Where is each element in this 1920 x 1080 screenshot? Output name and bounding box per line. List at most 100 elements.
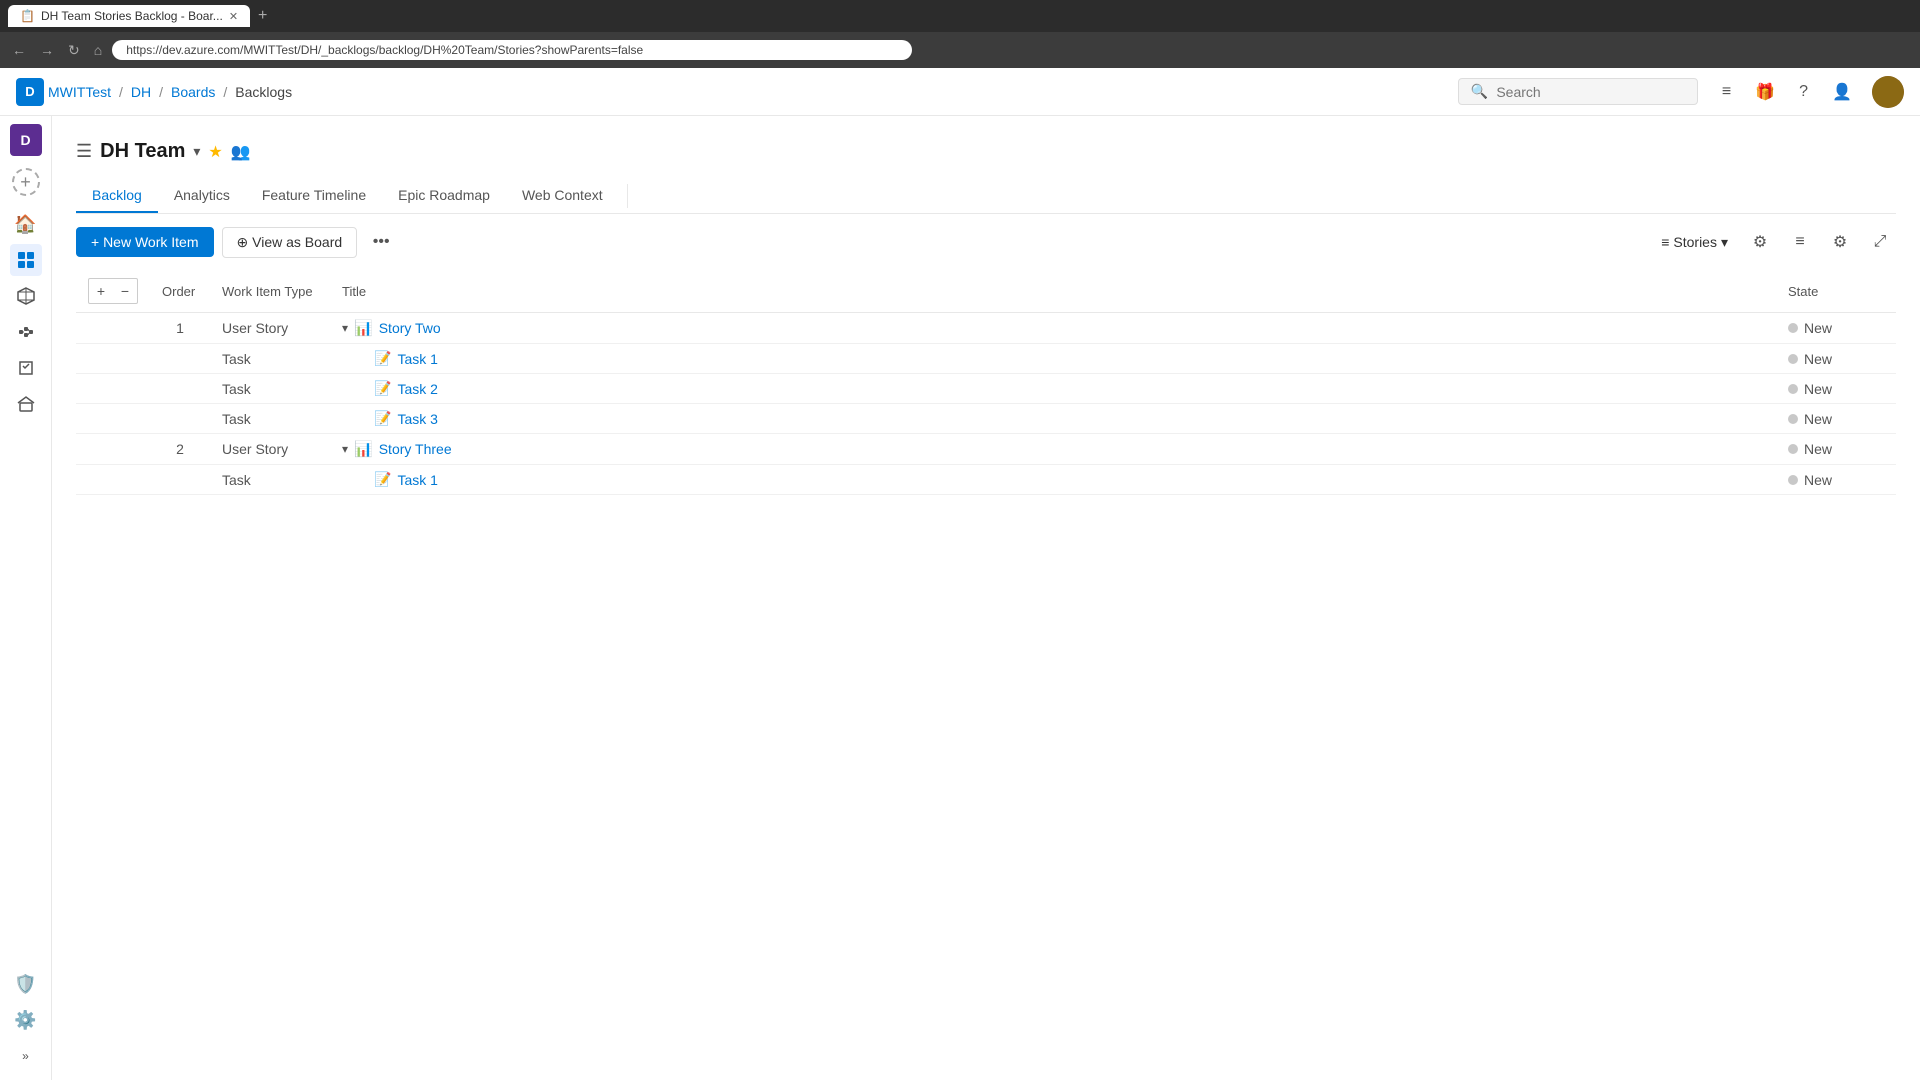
breadcrumb: MWITTest / DH / Boards / Backlogs xyxy=(48,84,292,100)
toolbar: + New Work Item ⊕ View as Board ••• ≡ St… xyxy=(76,214,1896,270)
row-state: New xyxy=(1776,434,1896,465)
sidebar-item-overview[interactable]: 🏠 xyxy=(10,208,42,240)
stories-dropdown-btn[interactable]: ≡ Stories ▾ xyxy=(1653,228,1736,257)
header-icons: ≡ 🎁 ? 👤 xyxy=(1718,76,1904,108)
task-icon: 📝 xyxy=(374,471,391,488)
row-order xyxy=(150,374,210,404)
sidebar-item-expand[interactable]: » xyxy=(10,1040,42,1072)
sidebar-item-shield[interactable]: 🛡️ xyxy=(10,968,42,1000)
row-expand-icon[interactable]: ▾ xyxy=(342,442,348,456)
team-members-icon[interactable]: 👥 xyxy=(231,142,251,162)
breadcrumb-dh[interactable]: DH xyxy=(131,84,151,100)
col-header-type: Work Item Type xyxy=(210,270,330,313)
left-sidebar: D + 🏠 xyxy=(0,116,52,1080)
back-btn[interactable]: ← xyxy=(8,38,30,62)
search-bar[interactable]: 🔍 xyxy=(1458,78,1698,105)
row-order: 2 xyxy=(150,434,210,465)
row-title[interactable]: 📝 Task 1 xyxy=(330,465,1776,495)
row-state: New xyxy=(1776,313,1896,344)
row-order xyxy=(150,404,210,434)
row-title[interactable]: ▾ 📊 Story Two xyxy=(330,313,1776,344)
row-state: New xyxy=(1776,344,1896,374)
breadcrumb-mwittest[interactable]: MWITTest xyxy=(48,84,111,100)
url-bar[interactable]: https://dev.azure.com/MWITTest/DH/_backl… xyxy=(112,40,912,60)
browser-tab[interactable]: 📋 DH Team Stories Backlog - Boar... ✕ xyxy=(8,5,250,27)
row-order xyxy=(150,465,210,495)
row-type: Task xyxy=(210,344,330,374)
tab-analytics[interactable]: Analytics xyxy=(158,179,246,213)
column-settings-btn[interactable]: ⚙ xyxy=(1824,226,1856,258)
tab-web-context[interactable]: Web Context xyxy=(506,179,619,213)
story-icon: 📊 xyxy=(354,440,373,458)
table-row[interactable]: Task 📝 Task 1 New xyxy=(76,465,1896,495)
filter-icon-btn[interactable]: ⚙ xyxy=(1744,226,1776,258)
notification-icon[interactable]: ≡ xyxy=(1718,79,1735,105)
tab-epic-roadmap[interactable]: Epic Roadmap xyxy=(382,179,506,213)
row-expand-icon[interactable]: ▾ xyxy=(342,321,348,335)
table-row[interactable]: Task 📝 Task 3 New xyxy=(76,404,1896,434)
row-title[interactable]: 📝 Task 3 xyxy=(330,404,1776,434)
task-title-text[interactable]: Task 2 xyxy=(397,381,437,397)
expand-all-btn[interactable]: + xyxy=(91,281,111,301)
row-title[interactable]: 📝 Task 2 xyxy=(330,374,1776,404)
row-title[interactable]: 📝 Task 1 xyxy=(330,344,1776,374)
org-icon[interactable]: D xyxy=(10,124,42,156)
team-dropdown-btn[interactable]: ▾ xyxy=(193,143,200,160)
tab-backlog[interactable]: Backlog xyxy=(76,179,158,213)
task-title-text[interactable]: Task 1 xyxy=(397,351,437,367)
new-work-item-btn[interactable]: + New Work Item xyxy=(76,227,214,257)
tab-feature-timeline[interactable]: Feature Timeline xyxy=(246,179,382,213)
row-drag-handle xyxy=(76,434,150,465)
menu-icon[interactable]: ☰ xyxy=(76,141,92,162)
state-dot xyxy=(1788,444,1798,454)
story-title-text[interactable]: Story Three xyxy=(379,441,452,457)
task-title-text[interactable]: Task 3 xyxy=(397,411,437,427)
forward-btn[interactable]: → xyxy=(36,38,58,62)
task-title-text[interactable]: Task 1 xyxy=(397,472,437,488)
sidebar-item-admin[interactable]: ⚙️ xyxy=(10,1004,42,1036)
row-title[interactable]: ▾ 📊 Story Three xyxy=(330,434,1776,465)
settings-people-icon[interactable]: 👤 xyxy=(1828,78,1856,106)
new-tab-btn[interactable]: + xyxy=(258,7,267,25)
table-header-row: + − Order Work Item Type Title State xyxy=(76,270,1896,313)
state-dot xyxy=(1788,354,1798,364)
search-input[interactable] xyxy=(1496,84,1685,100)
more-options-btn[interactable]: ••• xyxy=(365,226,397,258)
state-dot xyxy=(1788,323,1798,333)
table-row[interactable]: 1 User Story ▾ 📊 Story Two New xyxy=(76,313,1896,344)
story-icon: 📊 xyxy=(354,319,373,337)
state-label: New xyxy=(1804,472,1832,488)
main-layout: D + 🏠 xyxy=(0,116,1920,1080)
expand-collapse-all[interactable]: + − xyxy=(88,278,138,304)
browser-toolbar: ← → ↻ ⌂ https://dev.azure.com/MWITTest/D… xyxy=(0,32,1920,68)
page-title: DH Team xyxy=(100,140,185,163)
help-icon[interactable]: ? xyxy=(1795,79,1812,105)
expand-fullscreen-btn[interactable]: ⤢ xyxy=(1864,226,1896,258)
story-title-text[interactable]: Story Two xyxy=(379,320,441,336)
sidebar-item-artifacts[interactable] xyxy=(10,388,42,420)
sort-icon-btn[interactable]: ≡ xyxy=(1784,226,1816,258)
refresh-btn[interactable]: ↻ xyxy=(64,38,84,63)
row-order: 1 xyxy=(150,313,210,344)
table-row[interactable]: 2 User Story ▾ 📊 Story Three New xyxy=(76,434,1896,465)
table-row[interactable]: Task 📝 Task 1 New xyxy=(76,344,1896,374)
gift-icon[interactable]: 🎁 xyxy=(1751,78,1779,106)
favorite-icon[interactable]: ★ xyxy=(208,142,222,162)
state-dot xyxy=(1788,414,1798,424)
view-as-board-btn[interactable]: ⊕ View as Board xyxy=(222,227,358,258)
table-row[interactable]: Task 📝 Task 2 New xyxy=(76,374,1896,404)
add-project-btn[interactable]: + xyxy=(12,168,40,196)
backlog-body: 1 User Story ▾ 📊 Story Two New Task 📝 Ta… xyxy=(76,313,1896,495)
sidebar-item-pipelines[interactable] xyxy=(10,316,42,348)
home-btn[interactable]: ⌂ xyxy=(90,38,106,62)
sidebar-item-repos[interactable] xyxy=(10,280,42,312)
sidebar-item-boards[interactable] xyxy=(10,244,42,276)
tab-close-btn[interactable]: ✕ xyxy=(229,10,238,23)
tab-bar: Backlog Analytics Feature Timeline Epic … xyxy=(76,179,1896,214)
collapse-all-btn[interactable]: − xyxy=(115,281,135,301)
breadcrumb-boards[interactable]: Boards xyxy=(171,84,215,100)
backlog-table: + − Order Work Item Type Title State 1 U… xyxy=(76,270,1896,495)
sidebar-item-testplans[interactable] xyxy=(10,352,42,384)
avatar[interactable] xyxy=(1872,76,1904,108)
col-header-order: Order xyxy=(150,270,210,313)
